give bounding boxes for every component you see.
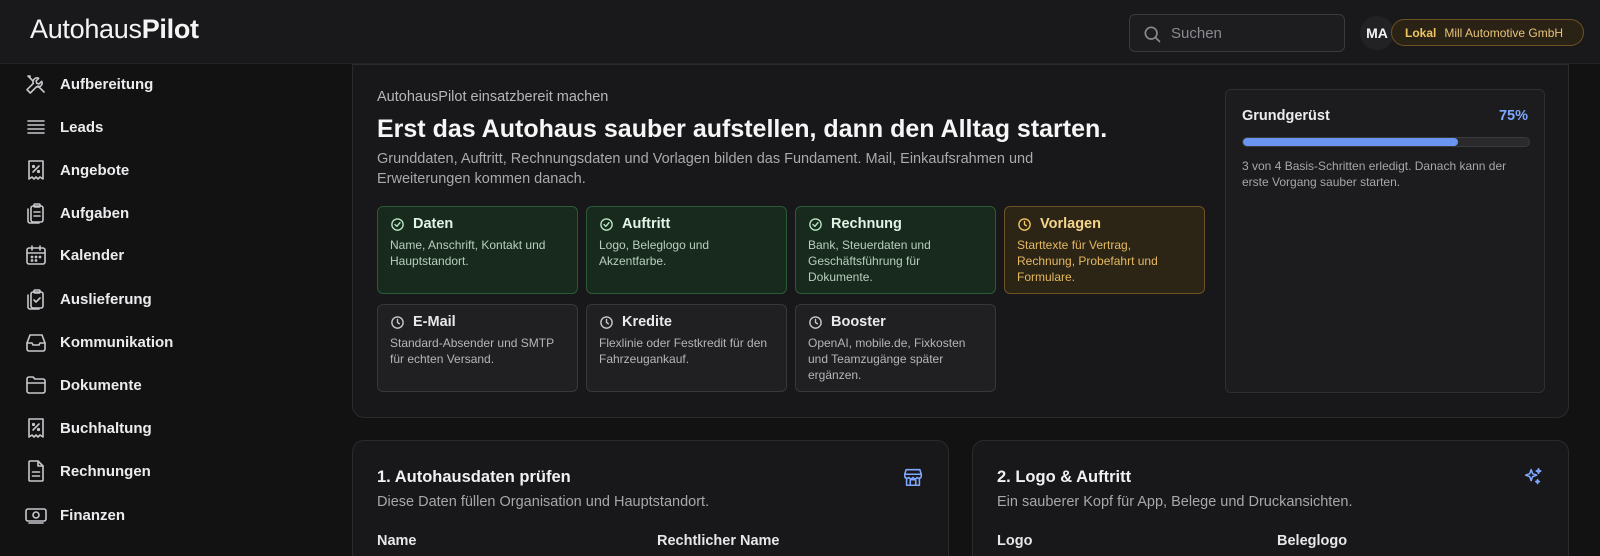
search-icon (1144, 26, 1161, 43)
clock-icon (809, 315, 822, 329)
sidebar-item-finanzen[interactable]: Finanzen (24, 500, 304, 530)
progress-label: Grundgerüst (1242, 108, 1330, 124)
sidebar-item-kommunikation[interactable]: Kommunikation (24, 327, 304, 357)
progress-panel: Grundgerüst 75% 3 von 4 Basis-Schritten … (1225, 89, 1545, 393)
sidebar-item-label: Aufbereitung (60, 75, 154, 93)
section-title: 1. Autohausdaten prüfen (377, 468, 571, 486)
search-input[interactable]: Suchen (1129, 14, 1345, 52)
brand-logo[interactable]: AutohausPilot (30, 14, 199, 45)
check-circle-icon (391, 217, 404, 231)
clipboard-icon (27, 203, 44, 224)
step-desc: Starttexte für Vertrag, Rechnung, Probef… (1017, 238, 1158, 284)
step-vorlagen[interactable]: Vorlagen Starttexte für Vertrag, Rechnun… (1004, 206, 1205, 294)
sidebar-item-aufgaben[interactable]: Aufgaben (24, 198, 304, 228)
onboarding-kicker: AutohausPilot einsatzbereit machen (377, 89, 609, 105)
sidebar-item-angebote[interactable]: Angebote (24, 155, 304, 185)
sidebar-item-label: Angebote (60, 161, 130, 179)
field-label-legal-name: Rechtlicher Name (657, 533, 780, 549)
clipboard-check-icon (27, 289, 44, 310)
inbox-icon (26, 334, 46, 352)
step-title: Auftritt (622, 216, 671, 232)
calendar-icon (26, 245, 46, 265)
onboarding-subtitle: Grunddaten, Auftritt, Rechnungsdaten und… (377, 151, 1034, 187)
receipt-percent-icon (28, 418, 44, 438)
sidebar-item-label: Finanzen (60, 506, 126, 524)
field-label-name: Name (377, 533, 417, 549)
step-desc: Standard-Absender und SMTP für echten Ve… (390, 336, 554, 366)
clock-icon (1018, 217, 1031, 231)
org-switcher[interactable]: Lokal Mill Automotive GmbH (1391, 19, 1584, 46)
step-title: Vorlagen (1040, 216, 1101, 232)
sidebar-item-label: Dokumente (60, 376, 142, 394)
sidebar-item-auslieferung[interactable]: Auslieferung (24, 284, 304, 314)
onboarding-card: AutohausPilot einsatzbereit machen Erst … (352, 64, 1569, 418)
org-mode-badge: Lokal (1405, 25, 1437, 40)
section-autohausdaten: 1. Autohausdaten prüfen Diese Daten füll… (352, 440, 949, 556)
sidebar-item-buchhaltung[interactable]: Buchhaltung (24, 413, 304, 443)
step-desc: OpenAI, mobile.de, Fixkosten und Teamzug… (808, 336, 966, 382)
step-email[interactable]: E-Mail Standard-Absender und SMTP für ec… (377, 304, 578, 392)
sidebar-item-label: Aufgaben (60, 204, 130, 222)
sidebar-item-label: Kommunikation (60, 333, 174, 351)
sidebar-item-label: Buchhaltung (60, 419, 152, 437)
step-desc: Logo, Beleglogo und Akzentfarbe. (599, 238, 710, 268)
banknote-icon (25, 508, 47, 524)
section-logo-auftritt: 2. Logo & Auftritt Ein sauberer Kopf für… (972, 440, 1569, 556)
search-placeholder: Suchen (1171, 25, 1222, 42)
progress-track (1242, 137, 1530, 147)
sidebar-item-label: Rechnungen (60, 462, 151, 480)
progress-fill (1243, 138, 1458, 146)
step-title: Kredite (622, 314, 672, 330)
step-title: Booster (831, 314, 886, 330)
onboarding-headline: Erst das Autohaus sauber aufstellen, dan… (377, 115, 1108, 143)
section-title: 2. Logo & Auftritt (997, 468, 1132, 486)
sidebar-item-label: Kalender (60, 246, 125, 264)
section-subtitle: Ein sauberer Kopf für App, Belege und Dr… (997, 494, 1353, 510)
receipt-percent-icon (28, 160, 44, 180)
brand-part-2: Pilot (141, 14, 199, 44)
check-circle-icon (600, 217, 613, 231)
list-icon (27, 120, 45, 134)
field-label-logo: Logo (997, 533, 1033, 549)
progress-note: 3 von 4 Basis-Schritten erledigt. Danach… (1242, 159, 1507, 189)
step-desc: Bank, Steuerdaten und Geschäftsführung f… (808, 238, 931, 284)
step-daten[interactable]: Daten Name, Anschrift, Kontakt und Haupt… (377, 206, 578, 294)
tools-icon (26, 75, 45, 94)
sidebar-item-label: Auslieferung (60, 290, 152, 308)
step-title: E-Mail (413, 314, 456, 330)
sidebar-item-leads[interactable]: Leads (24, 112, 304, 142)
step-kredite[interactable]: Kredite Flexlinie oder Festkredit für de… (586, 304, 787, 392)
progress-percent: 75% (1498, 108, 1528, 124)
document-icon (28, 460, 44, 482)
section-subtitle: Diese Daten füllen Organisation und Haup… (377, 494, 710, 510)
sidebar: Aufbereitung Leads Angebote Aufgaben Kal… (0, 64, 330, 556)
org-name: Mill Automotive GmbH (1444, 25, 1564, 40)
sidebar-item-dokumente[interactable]: Dokumente (24, 370, 304, 400)
sidebar-item-label: Leads (60, 118, 104, 136)
step-desc: Name, Anschrift, Kontakt und Hauptstando… (390, 238, 546, 268)
sidebar-item-aufbereitung[interactable]: Aufbereitung (24, 69, 304, 99)
step-booster[interactable]: Booster OpenAI, mobile.de, Fixkosten und… (795, 304, 996, 392)
step-desc: Flexlinie oder Festkredit für den Fahrze… (599, 336, 768, 366)
brand-part-1: Autohaus (30, 14, 142, 44)
store-icon (903, 468, 923, 487)
clock-icon (391, 315, 404, 329)
clock-icon (600, 315, 613, 329)
avatar[interactable]: MA (1360, 16, 1394, 50)
step-rechnung[interactable]: Rechnung Bank, Steuerdaten und Geschäfts… (795, 206, 996, 294)
check-circle-icon (809, 217, 822, 231)
step-title: Rechnung (831, 216, 902, 232)
step-title: Daten (413, 216, 454, 232)
sidebar-item-rechnungen[interactable]: Rechnungen (24, 456, 304, 486)
field-label-beleglogo: Beleglogo (1277, 533, 1348, 549)
sidebar-item-kalender[interactable]: Kalender (24, 240, 304, 270)
sparkles-icon (1524, 467, 1542, 485)
step-auftritt[interactable]: Auftritt Logo, Beleglogo und Akzentfarbe… (586, 206, 787, 294)
top-bar: AutohausPilot Suchen MA Lokal Mill Autom… (0, 0, 1600, 64)
folder-icon (26, 376, 46, 394)
